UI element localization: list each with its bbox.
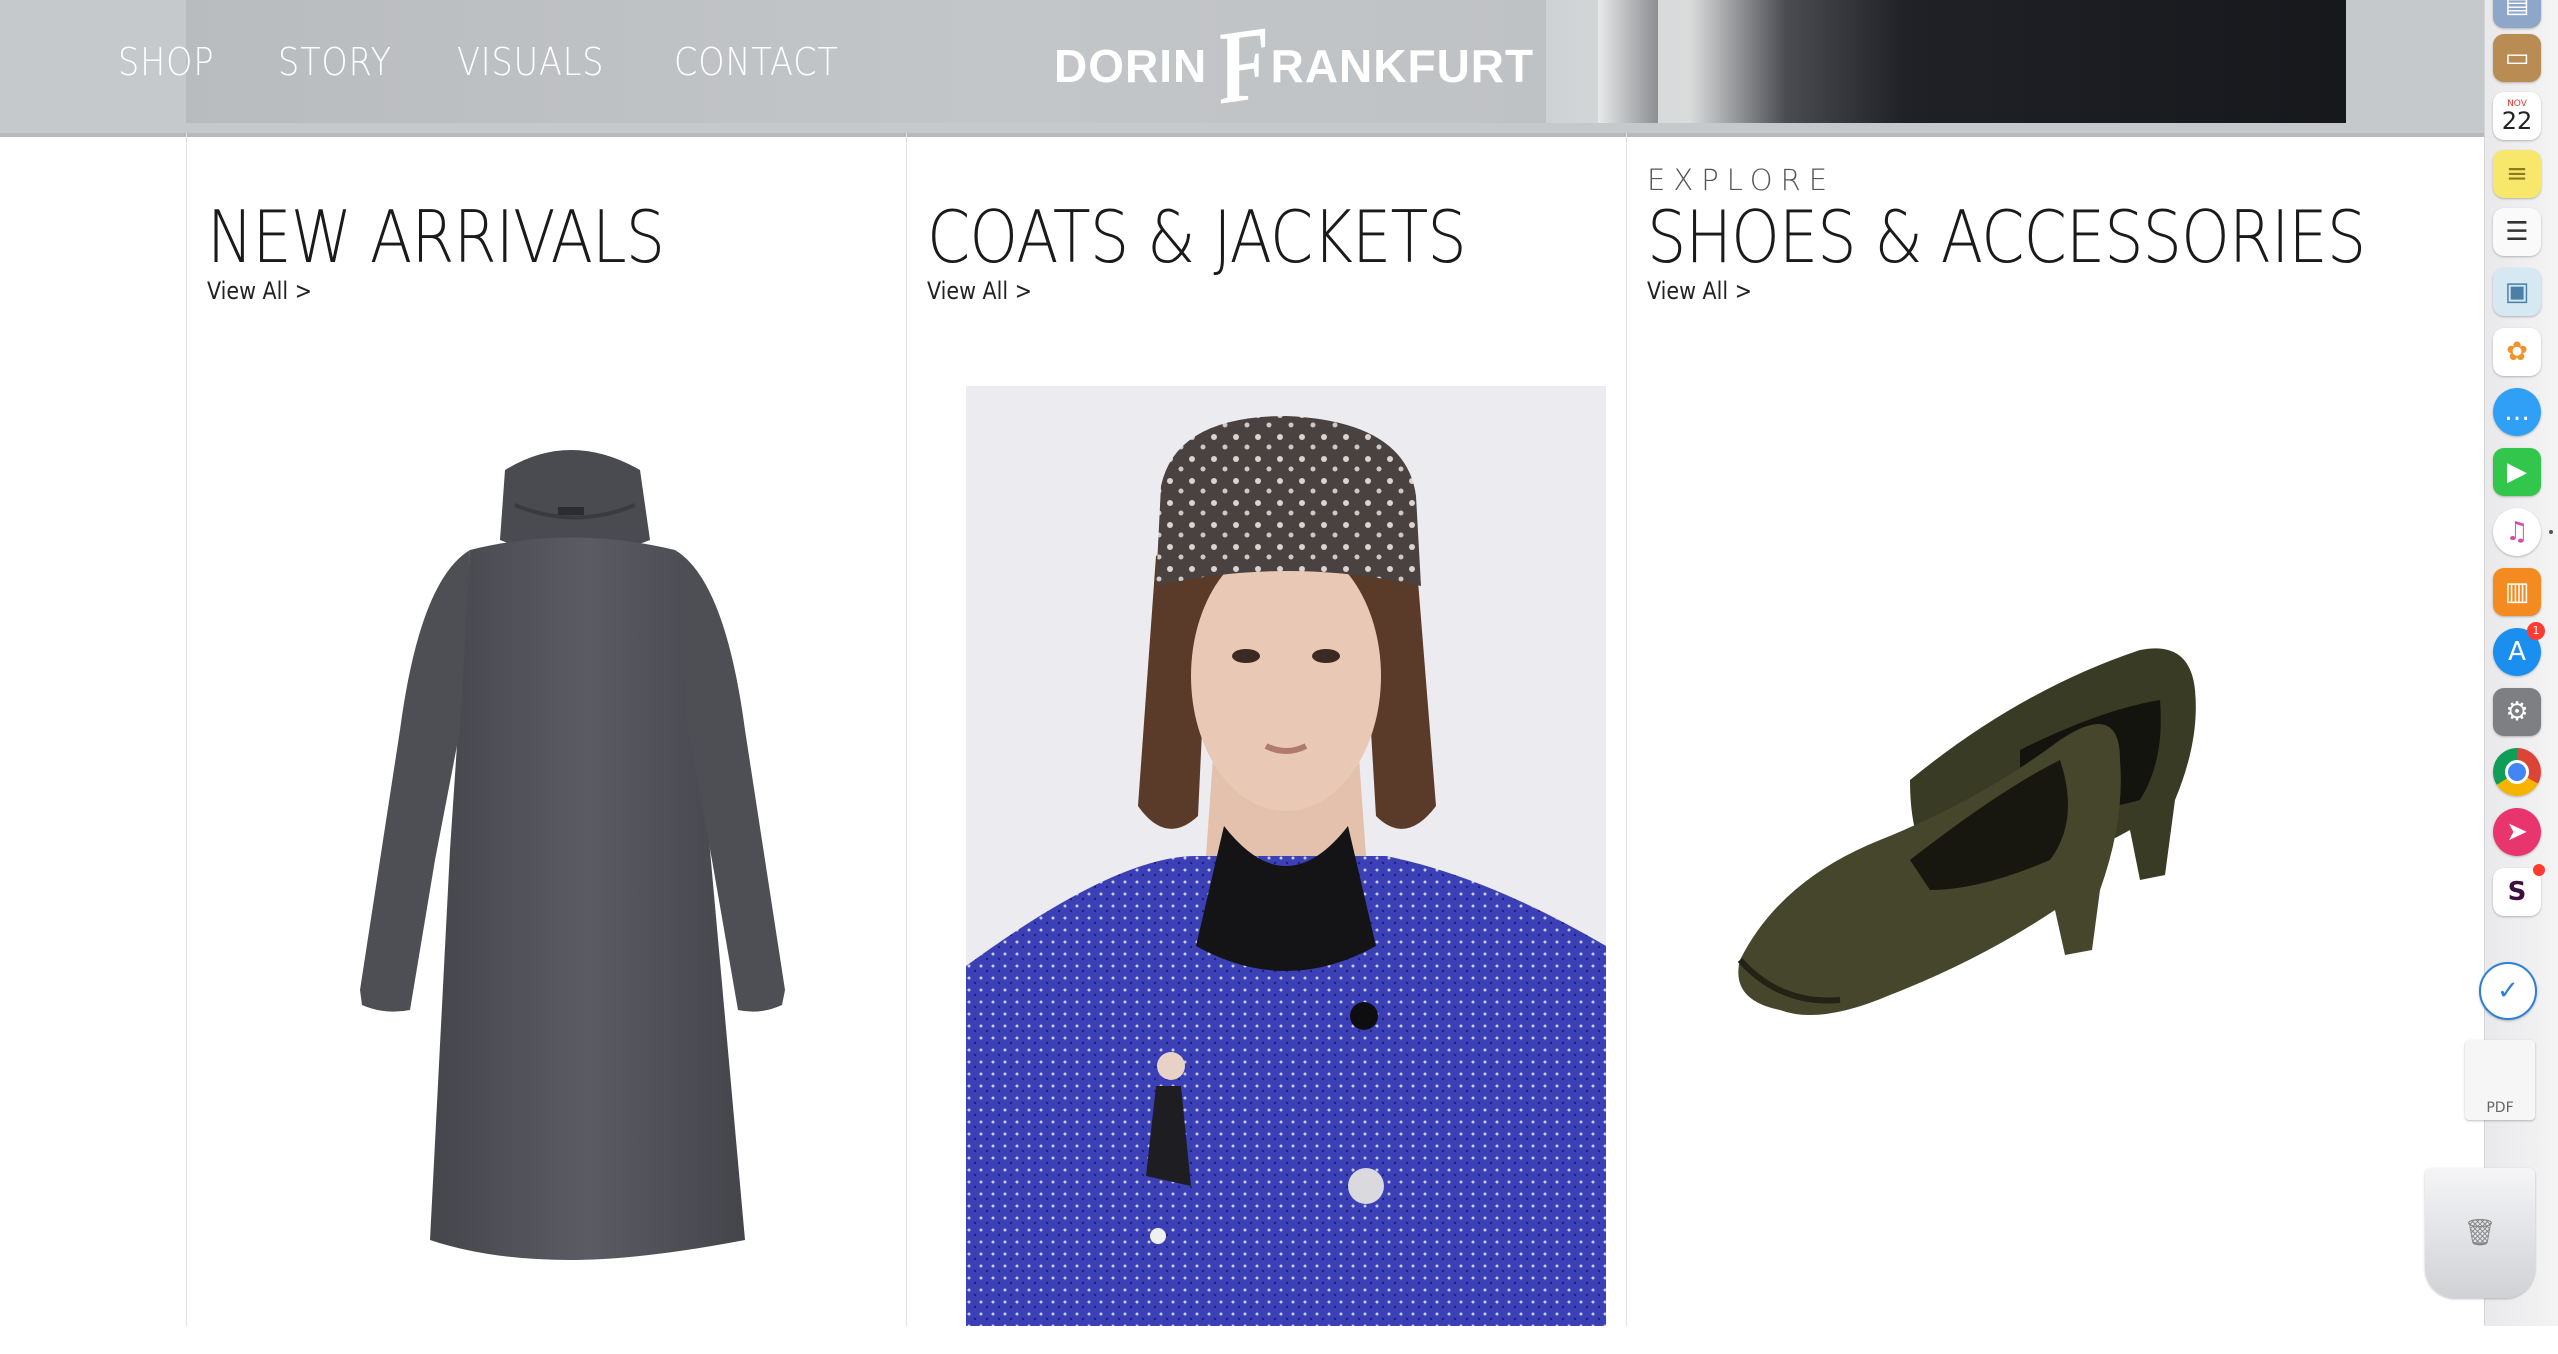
shoes-product-image[interactable] [1720,630,2280,1070]
notes-icon[interactable]: ≡ [2493,150,2541,198]
nav-visuals[interactable]: VISUALS [457,40,604,84]
documents-stack-icon[interactable]: PDF [2465,1040,2535,1120]
trash-icon[interactable]: 🗑 [2425,1168,2535,1298]
category-title: COATS & JACKETS [927,195,1467,279]
view-all-link[interactable]: View All > [207,277,312,305]
calendar-day: 22 [2501,106,2533,135]
explore-eyebrow: EXPLORE [1647,163,1836,197]
nav-story[interactable]: STORY [278,40,392,84]
category-title: NEW ARRIVALS [207,195,665,279]
brand-logo[interactable]: DORIN F RANKFURT [1054,5,1535,127]
category-title: SHOES & ACCESSORIES [1647,195,2366,279]
finder-folder-icon[interactable]: ▤ [2493,0,2541,28]
coat-model-image[interactable] [966,386,1606,1326]
dress-product-image[interactable] [340,430,800,1260]
itunes-icon[interactable]: ♫ [2493,508,2553,556]
app-store-badge: 1 [2527,622,2545,640]
slack-icon[interactable]: S [2493,864,2545,916]
pdf-label: PDF [2486,1100,2514,1116]
nav-shop[interactable]: SHOP [118,40,214,84]
messages-icon[interactable]: … [2493,388,2541,436]
column-divider [186,133,187,1326]
logo-f-mark: F [1208,4,1280,127]
view-all-link[interactable]: View All > [1647,277,1752,305]
view-all-link[interactable]: View All > [927,277,1032,305]
hero-banner-image-dark [1546,0,2346,123]
reminders-icon[interactable]: ☰ [2493,208,2541,256]
facetime-icon[interactable]: ▶ [2493,448,2541,496]
main-nav: SHOP STORY VISUALS CONTACT [118,40,862,84]
ibooks-icon[interactable]: ▥ [2493,568,2541,616]
contacts-icon[interactable]: ▭ [2493,34,2541,82]
preview-icon[interactable]: ▣ [2493,268,2541,316]
calendar-icon[interactable]: NOV 22 [2493,92,2541,140]
bottom-edge [0,1326,2558,1354]
time-icon[interactable]: ✓ [2479,962,2537,1020]
photos-icon[interactable]: ✿ [2493,328,2541,376]
macos-dock: ▤ ▭ NOV 22 ≡ ☰ ▣ ✿ … ▶ ♫ ▥ A 1 ⚙ ➤ S ✓ P… [2425,0,2558,1354]
logo-word-dorin: DORIN [1054,40,1208,92]
hero-banner-fold [1598,0,1658,123]
airmail-icon[interactable]: ➤ [2493,808,2541,856]
nav-contact[interactable]: CONTACT [674,40,839,84]
site-header: SHOP STORY VISUALS CONTACT DORIN F RANKF… [0,0,2484,137]
system-preferences-icon[interactable]: ⚙ [2493,688,2541,736]
chrome-icon[interactable] [2493,748,2541,796]
logo-word-frankfurt: RANKFURT [1270,40,1535,92]
app-store-icon[interactable]: A 1 [2493,622,2545,676]
